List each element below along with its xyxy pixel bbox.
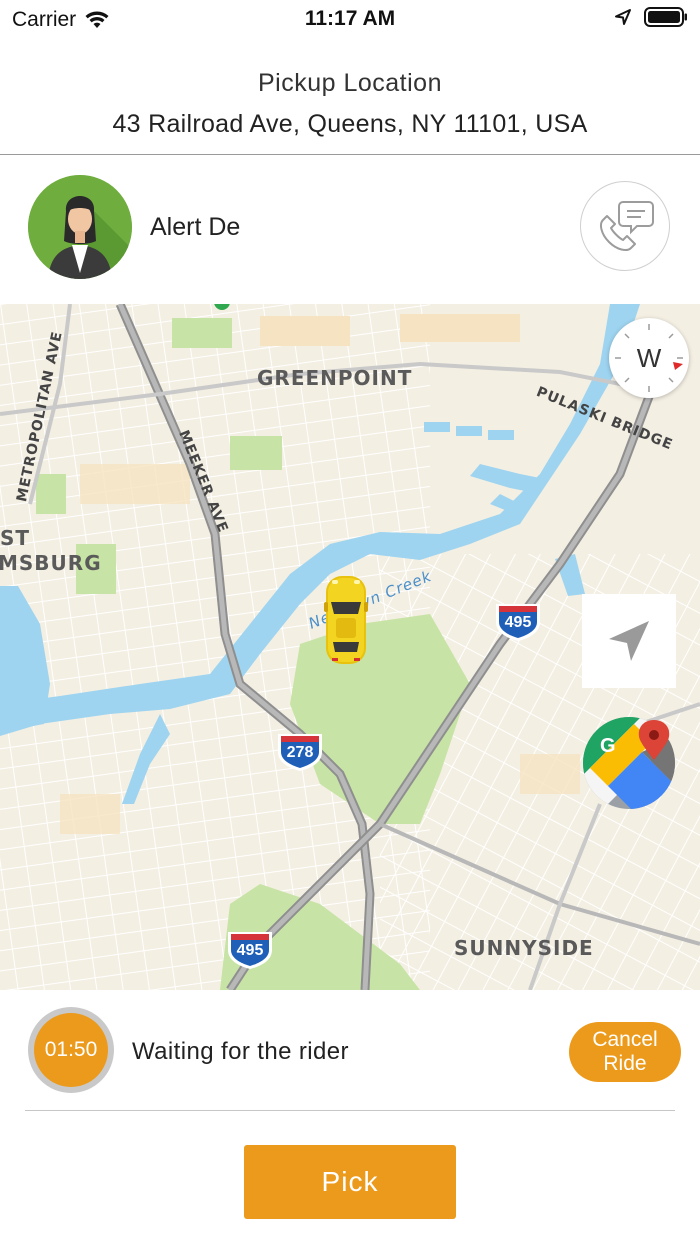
shield-278-label: 278 — [286, 744, 314, 761]
page-title: Pickup Location — [257, 69, 442, 97]
clock: 11:17 AM — [304, 7, 396, 30]
cancel-ride-button[interactable]: Cancel Ride — [569, 1022, 681, 1082]
pickup-address: 43 Railroad Ave, Queens, NY 11101, USA — [112, 110, 588, 138]
rider-avatar-icon — [28, 175, 132, 279]
map-label-sunnyside: SUNNYSIDE — [454, 936, 594, 960]
ride-status-row: 01:50 Waiting for the rider Cancel Ride — [0, 990, 700, 1112]
taxi-car-icon — [324, 576, 368, 664]
rider-info: Alert De — [0, 156, 700, 304]
map-label-east-williamsburg-top: ST — [0, 526, 31, 550]
interstate-495-shield-top: 495 — [492, 600, 544, 642]
svg-text:G: G — [600, 735, 616, 757]
shield-495-bottom-label: 495 — [236, 942, 264, 959]
compass-button[interactable]: W — [609, 318, 689, 398]
map-label-east-williamsburg-bottom: MSBURG — [0, 551, 102, 575]
timer-value: 01:50 — [34, 1013, 108, 1087]
contact-rider-button[interactable] — [580, 181, 670, 271]
rider-name: Alert De — [150, 213, 241, 241]
location-arrow-icon — [615, 9, 631, 25]
google-maps-button[interactable]: G — [582, 716, 676, 810]
map-label-greenpoint: GREENPOINT — [257, 366, 413, 390]
battery-icon — [644, 7, 687, 27]
interstate-278-shield: 278 — [274, 730, 326, 772]
navigation-arrow-icon — [609, 621, 649, 661]
status-bar: Carrier 11:17 AM — [0, 0, 700, 40]
status-message: Waiting for the rider — [132, 1038, 349, 1065]
avatar — [28, 175, 132, 279]
countdown-timer: 01:50 — [28, 1007, 114, 1093]
recenter-location-button[interactable] — [582, 594, 676, 688]
pick-button[interactable]: Pick — [244, 1145, 456, 1219]
map-view[interactable]: GREENPOINT PULASKI BRIDGE METROPOLITAN A… — [0, 304, 700, 990]
interstate-495-shield-bottom: 495 — [224, 928, 276, 970]
divider — [25, 1110, 675, 1111]
pickup-header: Pickup Location 43 Railroad Ave, Queens,… — [0, 60, 700, 155]
shield-495-top-label: 495 — [504, 614, 532, 631]
compass-heading: W — [636, 342, 662, 373]
phone-chat-icon — [600, 201, 654, 251]
